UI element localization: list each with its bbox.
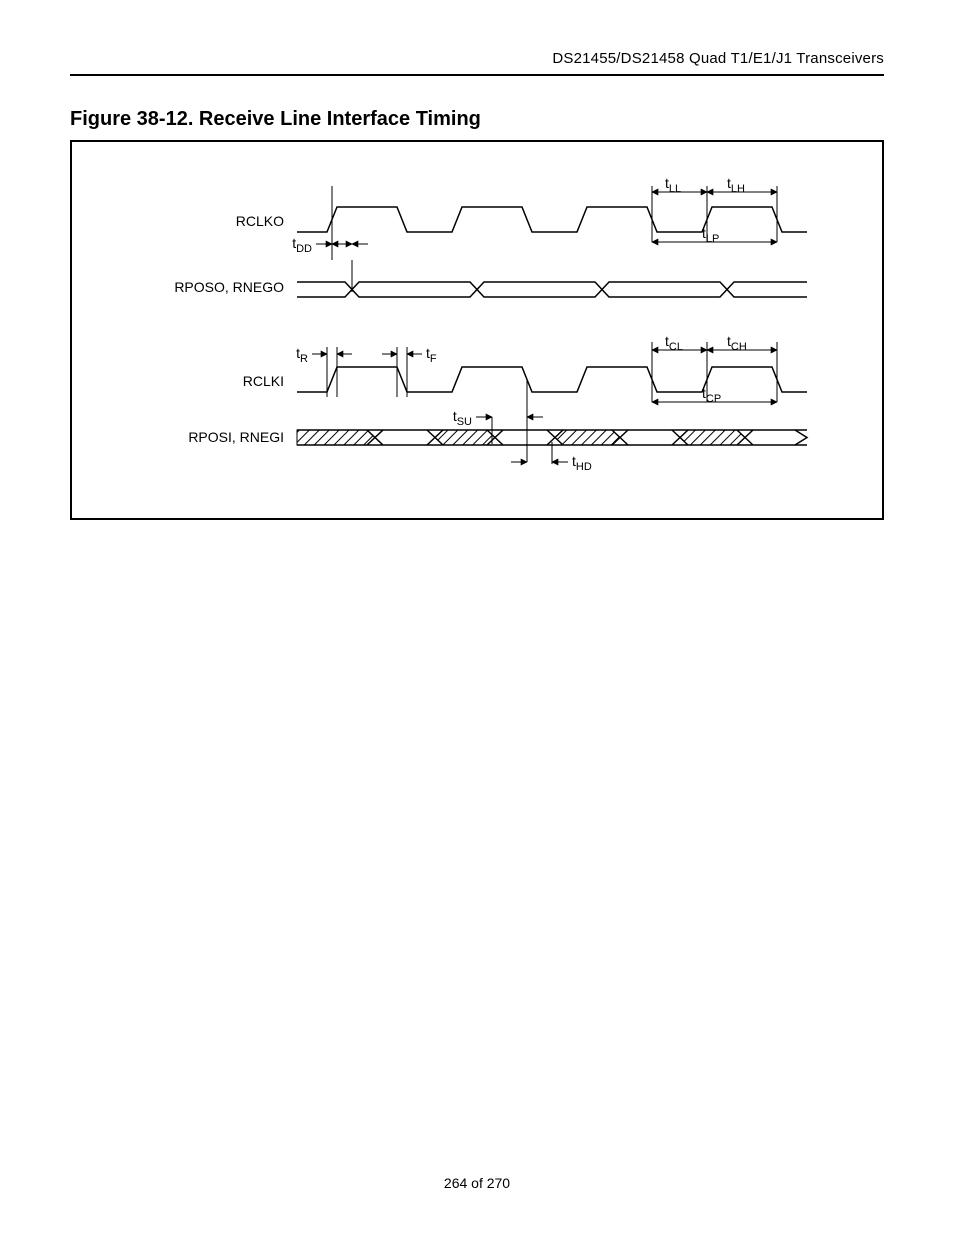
row-rposi-rnegi: RPOSI, RNEGI [188, 429, 807, 445]
figure-caption: Figure 38-12. Receive Line Interface Tim… [70, 108, 481, 131]
doc-header: DS21455/DS21458 Quad T1/E1/J1 Transceive… [552, 50, 884, 67]
param-tCH: tCH [727, 333, 747, 353]
label-rclko: RCLKO [236, 213, 284, 229]
label-rposi-rnegi: RPOSI, RNEGI [188, 429, 284, 445]
param-tHD: tHD [572, 453, 592, 473]
row-rposo-rnego: RPOSO, RNEGO [174, 279, 807, 297]
row-rclki: RCLKI tR tF tCL tCH tCP tSU tHD [243, 333, 807, 473]
page-footer: 264 of 270 [0, 1175, 954, 1191]
param-tSU: tSU [453, 408, 472, 428]
label-rclki: RCLKI [243, 373, 284, 389]
timing-diagram-figure: RCLKO tLL tLH tLP tDD RPOSO, RNEGO [70, 140, 884, 520]
param-tF: tF [426, 345, 437, 365]
header-rule [70, 74, 884, 76]
row-rclko: RCLKO tLL tLH tLP tDD [236, 175, 807, 292]
param-tR: tR [296, 345, 308, 365]
label-rposo-rnego: RPOSO, RNEGO [174, 279, 284, 295]
param-tDD: tDD [292, 235, 312, 255]
